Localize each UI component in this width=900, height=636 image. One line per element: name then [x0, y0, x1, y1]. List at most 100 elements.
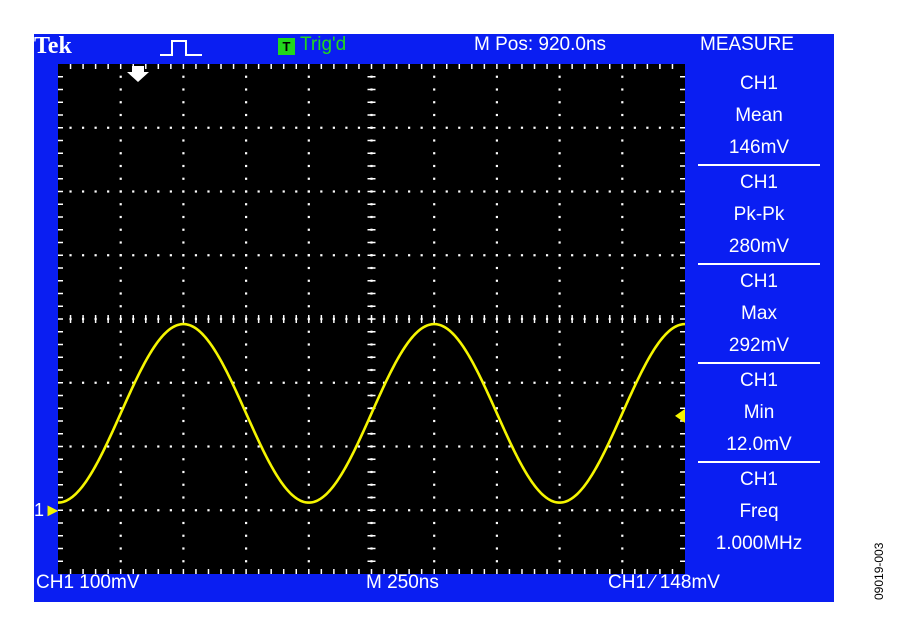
grid-dot — [495, 241, 498, 244]
grid-dot — [182, 113, 185, 117]
grid-dot — [558, 445, 561, 448]
grid-dot — [495, 113, 498, 117]
grid-dot — [495, 445, 498, 448]
grid-dot — [182, 445, 185, 448]
grid-dot — [495, 458, 498, 461]
grid-dot — [495, 101, 498, 104]
grid-dot — [445, 254, 448, 257]
measurement-value: 1.000MHz — [715, 533, 803, 554]
measure-menu-title[interactable]: MEASURE — [700, 35, 794, 55]
grid-dot — [382, 509, 386, 512]
grid-dot — [495, 368, 498, 372]
grid-dot — [270, 190, 273, 193]
grid-dot — [307, 368, 310, 372]
grid-dot — [646, 126, 649, 129]
grid-dot — [257, 445, 260, 448]
grid-dot — [433, 534, 436, 537]
grid-dot — [420, 254, 423, 257]
grid-dot — [307, 458, 310, 461]
grid-dot — [433, 419, 436, 423]
grid-dot — [307, 228, 310, 231]
grid-dot — [495, 75, 498, 78]
grid-dot — [495, 470, 498, 474]
grid-dot — [495, 254, 498, 257]
grid-dot — [470, 509, 473, 512]
grid-dot — [433, 394, 436, 397]
grid-dot — [433, 101, 436, 104]
grid-dot — [420, 445, 423, 448]
grid-dot — [558, 458, 561, 461]
grid-dot — [445, 509, 448, 512]
grid-dot — [245, 560, 248, 563]
grid-dot — [520, 190, 524, 193]
grid-dot — [357, 254, 361, 257]
grid-dot — [608, 190, 611, 193]
grid-dot — [119, 419, 122, 423]
grid-dot — [408, 254, 411, 257]
grid-dot — [458, 381, 461, 384]
grid-dot — [245, 419, 248, 423]
grid-dot — [295, 381, 298, 384]
grid-dot — [558, 394, 561, 397]
grid-dot — [433, 190, 436, 193]
measurement-type: Mean — [735, 105, 783, 126]
waveform-svg — [58, 64, 685, 574]
grid-dot — [320, 126, 323, 129]
grid-dot — [470, 381, 473, 384]
grid-dot — [307, 343, 310, 346]
grid-dot — [119, 521, 122, 525]
grid-dot — [621, 496, 624, 499]
grid-dot — [270, 509, 273, 512]
grid-dot — [583, 509, 586, 512]
grid-dot — [558, 305, 561, 308]
grid-dot — [119, 215, 122, 219]
grid-dot — [357, 381, 361, 384]
grid-dot — [307, 177, 310, 180]
grid-dot — [621, 152, 624, 155]
grid-dot — [94, 126, 97, 129]
grid-dot — [245, 164, 248, 168]
grid-dot — [495, 190, 498, 193]
grid-dot — [182, 496, 185, 499]
grid-dot — [545, 126, 549, 129]
grid-dot — [307, 139, 310, 142]
grid-dot — [621, 279, 624, 282]
grid-dot — [671, 381, 674, 384]
grid-dot — [320, 509, 323, 512]
grid-dot — [596, 445, 599, 448]
grid-dot — [633, 509, 636, 512]
grid-dot — [182, 279, 185, 282]
grid-dot — [433, 152, 436, 155]
grid-dot — [495, 292, 498, 295]
grid-dot — [495, 534, 498, 537]
measurement-panel-pk-pk[interactable]: CH1 Pk-Pk 280mV — [698, 167, 820, 263]
grid-dot — [245, 113, 248, 117]
grid-dot — [495, 330, 498, 333]
grid-dot — [495, 394, 498, 397]
grid-dot — [558, 88, 561, 91]
grid-dot — [433, 254, 436, 257]
grid-dot — [608, 509, 611, 512]
measurement-separator — [698, 461, 820, 463]
grid-dot — [332, 254, 335, 257]
grid-dot — [307, 305, 310, 308]
grid-dot — [621, 432, 624, 435]
brand-logo: Tek — [34, 33, 72, 59]
measurement-panel-min[interactable]: CH1 Min 12.0mV — [698, 365, 820, 461]
grid-dot — [558, 343, 561, 346]
measurement-panel-freq[interactable]: CH1 Freq 1.000MHz — [698, 464, 820, 560]
measurement-panel-max[interactable]: CH1 Max 292mV — [698, 266, 820, 362]
grid-dot — [558, 368, 561, 372]
measurement-panel-mean[interactable]: CH1 Mean 146mV — [698, 68, 820, 164]
grid-dot — [621, 521, 624, 525]
grid-dot — [257, 254, 260, 257]
grid-dot — [81, 254, 85, 257]
grid-dot — [520, 254, 524, 257]
grid-dot — [483, 190, 486, 193]
grid-dot — [583, 126, 586, 129]
grid-dot — [207, 509, 210, 512]
grid-dot — [608, 254, 611, 257]
grid-dot — [495, 509, 498, 512]
grid-dot — [395, 254, 398, 257]
grid-dot — [621, 419, 624, 423]
